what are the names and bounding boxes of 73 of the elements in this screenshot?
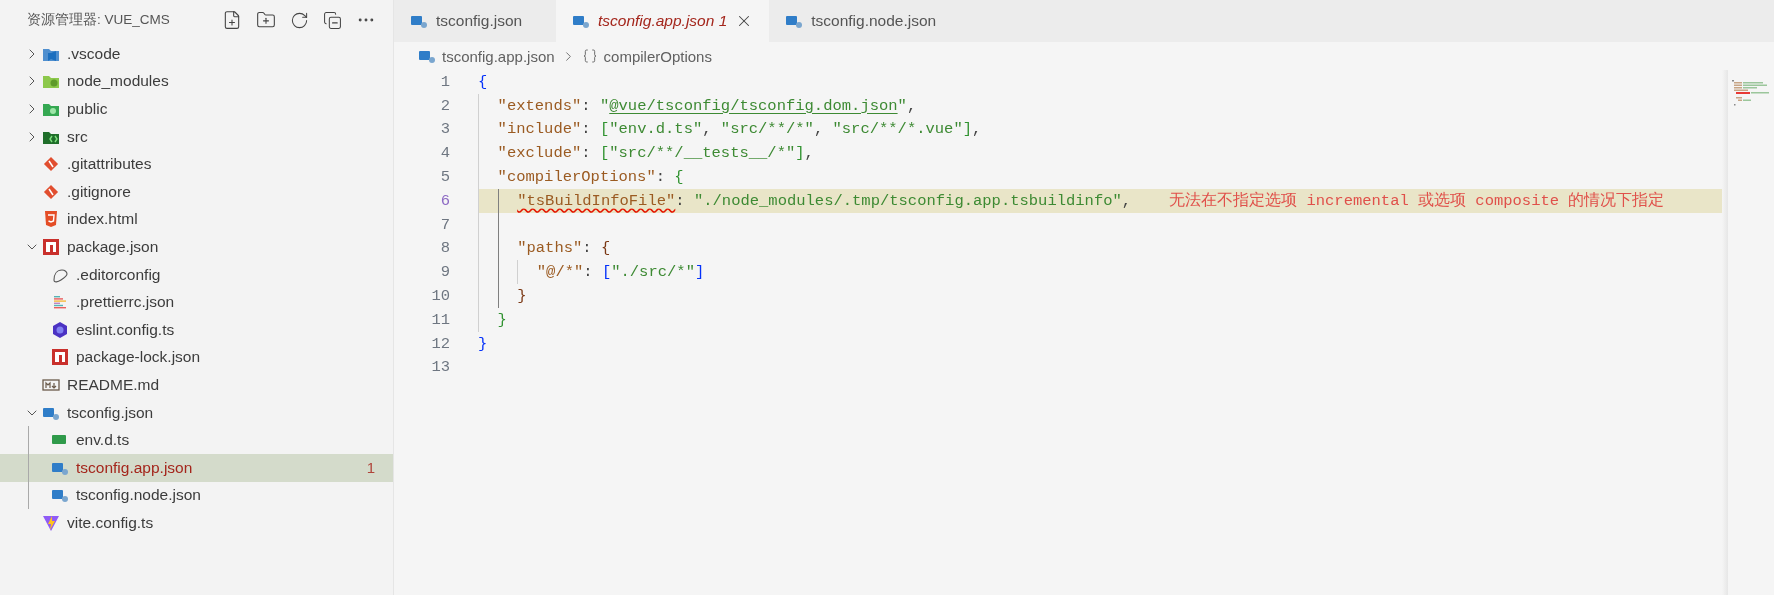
file-name: vite.config.ts (67, 513, 155, 532)
line-number: 4 (439, 144, 450, 163)
line-number: 2 (439, 96, 450, 115)
line-number: 1 (439, 72, 450, 91)
file-name: .vscode (67, 44, 122, 63)
file-name: node_modules (67, 72, 170, 91)
file-name: .editorconfig (76, 265, 162, 284)
vite-icon (42, 513, 60, 532)
file-name: README.md (67, 375, 161, 394)
tree-item[interactable]: tsconfig.json (0, 398, 393, 427)
tree-item[interactable]: src (0, 122, 393, 151)
problem-count: 1 (366, 459, 375, 477)
code-line: "paths": { (517, 239, 611, 258)
tree-item[interactable]: index.html (0, 205, 393, 234)
line-number: 9 (439, 263, 450, 282)
code-line: { (478, 72, 488, 91)
line-number: 13 (430, 358, 450, 377)
code-line: "compilerOptions": { (497, 168, 684, 187)
editor-tab[interactable]: tsconfig.app.json 1 (556, 0, 770, 42)
breadcrumb-item[interactable]: tsconfig.app.json (442, 47, 555, 65)
file-name: public (67, 100, 109, 118)
line-number: 7 (439, 215, 450, 234)
tree-item[interactable]: tsconfig.node.json (0, 481, 393, 510)
file-name: eslint.config.ts (76, 320, 176, 339)
explorer-title: 资源管理器: VUE_CMS (27, 11, 171, 29)
npm-icon (42, 237, 60, 256)
file-name: tsconfig.node.json (76, 486, 202, 505)
tree-item[interactable]: package-lock.json (0, 343, 393, 372)
file-name: src (67, 127, 89, 146)
file-name: .gitattributes (67, 155, 153, 174)
minimap-drawing (1730, 78, 1770, 108)
tree-item[interactable]: node_modules (0, 67, 393, 96)
tree-item[interactable]: public (0, 95, 393, 123)
code-line: "@/*": ["./src/*"] (536, 263, 705, 282)
code-line: "exclude": ["src/**/__tests__/*"], (497, 144, 814, 163)
code-line: } (478, 334, 488, 353)
inline-error-message: 无法在不指定选项 incremental 或选项 composite 的情况下指定 (1169, 191, 1665, 212)
code-line: } (517, 287, 527, 306)
tree-item[interactable]: .vscode (0, 40, 393, 68)
code-line: "include": ["env.d.ts", "src/**/*", "src/**/*.vue"], (497, 120, 982, 139)
html-icon (42, 210, 60, 229)
tree-item[interactable]: .prettierrc.json (0, 288, 393, 316)
line-number: 6 (439, 191, 450, 210)
file-name: env.d.ts (76, 431, 131, 450)
file-name: tsconfig.json (67, 403, 155, 422)
line-number: 8 (439, 239, 450, 258)
tree-item[interactable]: .gitattributes (0, 150, 393, 178)
line-number: 10 (430, 287, 450, 306)
npm-icon (51, 348, 69, 367)
line-number: 11 (430, 310, 450, 329)
line-number: 3 (439, 120, 450, 139)
file-name: .gitignore (67, 182, 132, 201)
tree-item[interactable]: README.md (0, 371, 393, 399)
tree-item[interactable]: vite.config.ts (0, 509, 393, 537)
code-line: "extends": "@vue/tsconfig/tsconfig.dom.json", (497, 96, 917, 115)
line-number: 12 (430, 334, 450, 353)
braces-icon (581, 48, 598, 64)
tree-item[interactable]: .editorconfig (0, 260, 393, 289)
file-name: tsconfig.app.json (76, 458, 194, 477)
file-name: .prettierrc.json (76, 293, 176, 312)
file-name: index.html (67, 210, 139, 229)
tree-item[interactable]: env.d.ts (0, 426, 393, 454)
tree-item[interactable]: package.json (0, 233, 393, 261)
file-name: package.json (67, 237, 160, 256)
code-line: } (497, 310, 507, 329)
breadcrumb-item[interactable]: compilerOptions (603, 47, 712, 65)
line-number: 5 (439, 168, 450, 187)
tree-item[interactable]: eslint.config.ts (0, 315, 393, 344)
tree-item[interactable]: tsconfig.app.json 1 (0, 453, 393, 482)
code-line: "tsBuildInfoFile": "./node_modules/.tmp/tsconfig.app.tsbuildinfo", (517, 191, 1132, 210)
eslint-icon (51, 320, 69, 339)
file-name: package-lock.json (76, 348, 202, 367)
tree-item[interactable]: .gitignore (0, 177, 393, 206)
